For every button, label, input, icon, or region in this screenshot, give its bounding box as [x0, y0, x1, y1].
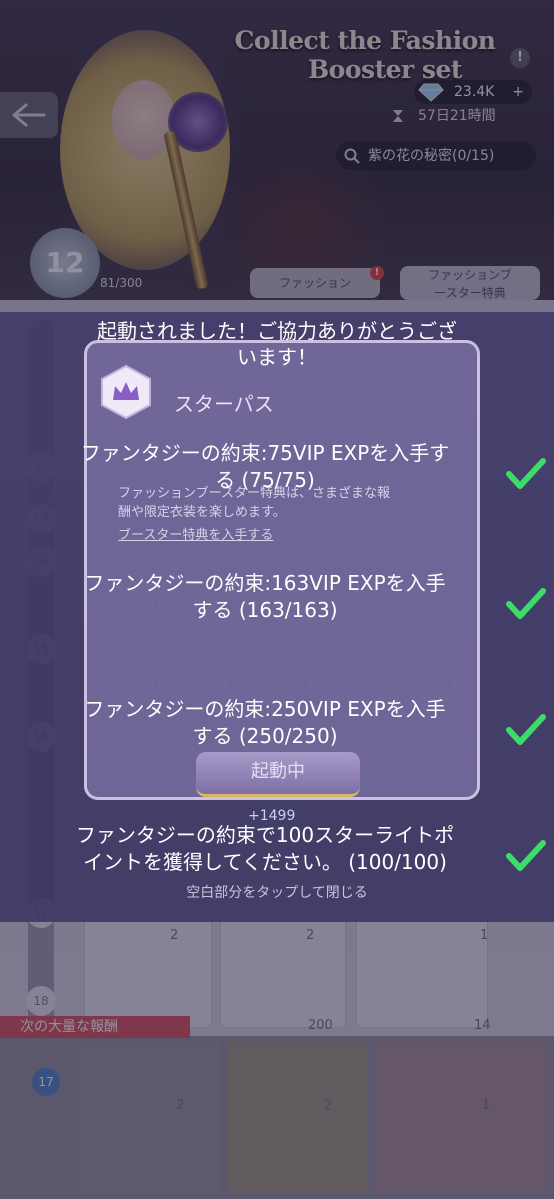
quest-text-line1: ファンタジーの約束:163VIP EXPを入手: [84, 571, 446, 595]
get-booster-link[interactable]: ブースター特典を入手する: [118, 524, 273, 543]
activation-message: 起動されました！ご協力ありがとうござ います！: [30, 318, 524, 370]
quest-text-line2: する (163/163): [192, 598, 338, 622]
activation-message-line1: 起動されました！ご協力ありがとうござ: [97, 319, 457, 343]
activated-button[interactable]: 起動中: [196, 752, 360, 797]
quest-text-line2: る (75/75): [215, 468, 315, 492]
tap-to-close-hint[interactable]: 空白部分をタップして閉じる: [0, 882, 554, 902]
quest-text: ファンタジーの約束で100スターライトポ イントを獲得してください。 (100/…: [30, 822, 500, 876]
description-line2: 酬や限定衣装を楽しめます。: [118, 505, 286, 520]
check-icon: [506, 840, 546, 871]
quest-text: ファンタジーの約束:250VIP EXPを入手 する (250/250): [30, 696, 500, 750]
star-pass-title: スターパス: [174, 392, 274, 416]
crown-icon: [101, 364, 151, 420]
check-icon: [506, 458, 546, 489]
check-icon: [506, 588, 546, 619]
quest-text: ファンタジーの約束:75VIP EXPを入手す る (75/75): [30, 440, 500, 494]
quest-text-line1: ファンタジーの約束で100スターライトポ: [75, 823, 455, 847]
quest-text: ファンタジーの約束:163VIP EXPを入手 する (163/163): [30, 570, 500, 624]
quest-text-line1: ファンタジーの約束:75VIP EXPを入手す: [80, 441, 450, 465]
quest-text-line2: イントを獲得してください。 (100/100): [83, 850, 447, 874]
quest-text-line2: する (250/250): [192, 724, 338, 748]
quest-text-line1: ファンタジーの約束:250VIP EXPを入手: [84, 697, 446, 721]
check-icon: [506, 714, 546, 745]
activation-message-line2: います！: [237, 345, 317, 369]
